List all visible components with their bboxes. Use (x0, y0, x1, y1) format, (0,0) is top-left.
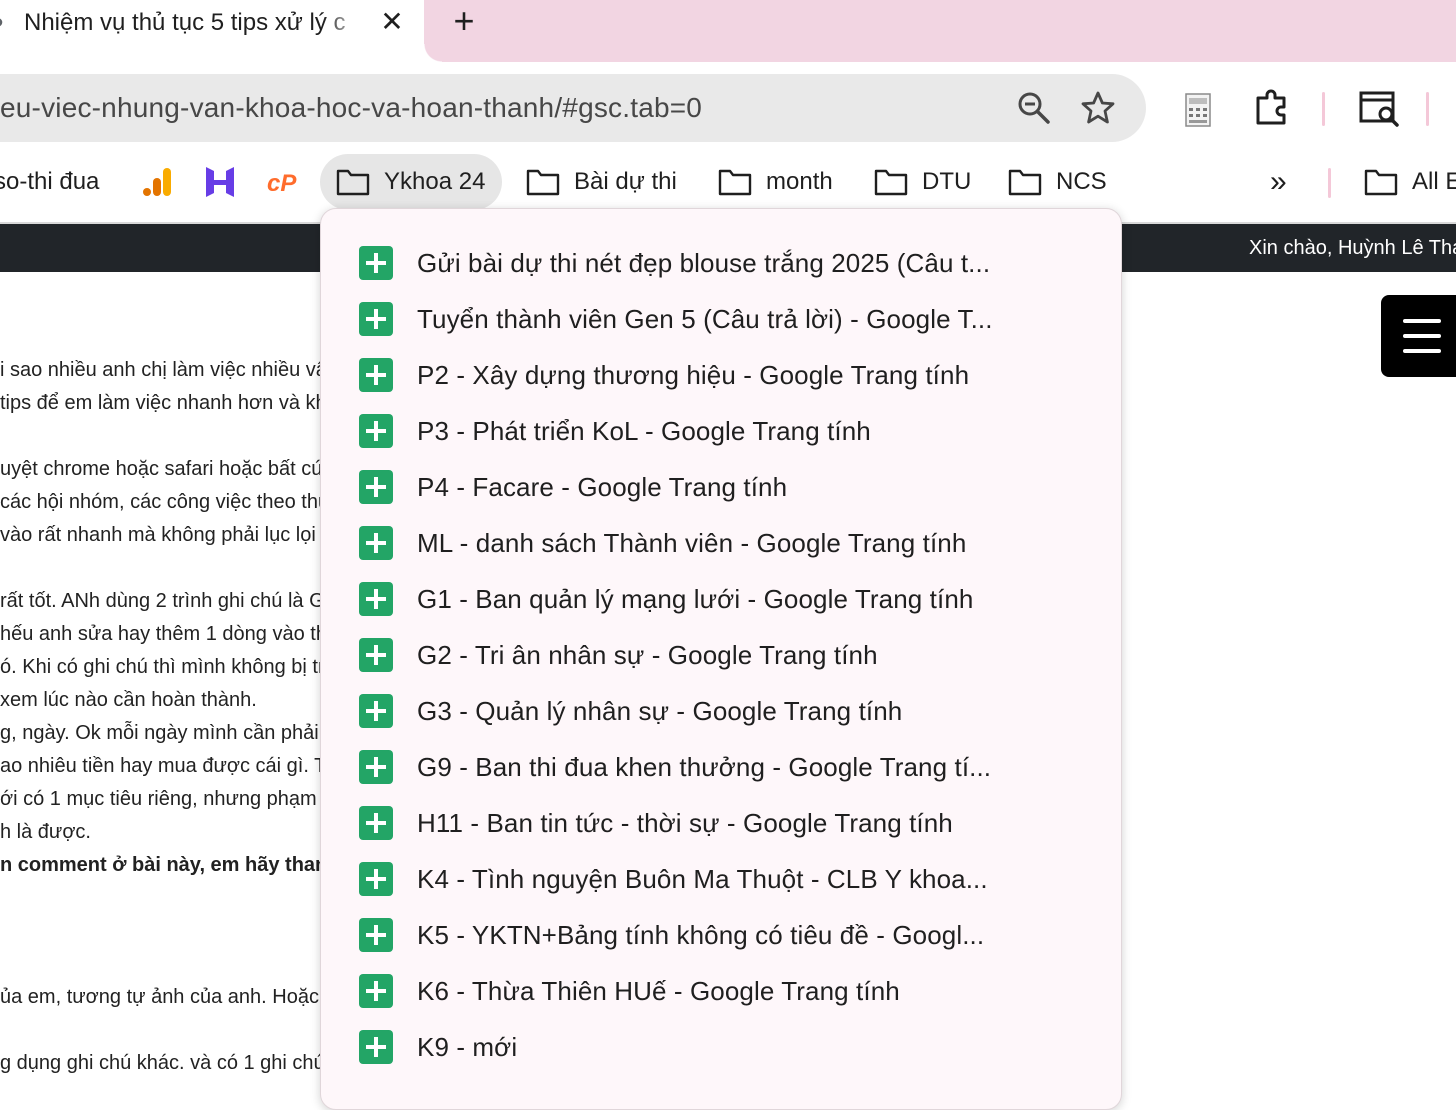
article-line: các hội nhóm, các công việc theo thu (0, 491, 330, 513)
dropdown-item[interactable]: Tuyển thành viên Gen 5 (Câu trả lời) - G… (359, 295, 993, 343)
google-sheets-icon (359, 918, 393, 952)
bookmark-label: month (766, 168, 833, 195)
google-sheets-icon (359, 358, 393, 392)
google-sheets-icon (359, 806, 393, 840)
bookmark-folder-month[interactable]: month (718, 154, 833, 210)
dropdown-item[interactable]: P3 - Phát triển KoL - Google Trang tính (359, 407, 871, 455)
dropdown-item-label: Gửi bài dự thi nét đẹp blouse trắng 2025… (417, 247, 991, 278)
article-body: i sao nhiều anh chị làm việc nhiều vậ ti… (0, 0, 330, 1084)
dropdown-item[interactable]: K4 - Tình nguyện Buôn Ma Thuột - CLB Y k… (359, 855, 988, 903)
google-sheets-icon (359, 862, 393, 896)
bookmark-label: All E (1412, 168, 1456, 195)
toolbar-divider (1322, 92, 1325, 126)
article-line: tips để em làm việc nhanh hơn và kh (0, 392, 327, 414)
dropdown-item-label: P4 - Facare - Google Trang tính (417, 471, 788, 502)
dropdown-item-label: G9 - Ban thi đua khen thưởng - Google Tr… (417, 751, 992, 782)
dropdown-item[interactable]: K9 - mới (359, 1023, 517, 1071)
bookmark-folder-dtu[interactable]: DTU (874, 154, 971, 210)
bookmark-label: Bài dự thi (574, 168, 677, 195)
hamburger-bar (1403, 319, 1441, 323)
article-line: ới có 1 mục tiêu riêng, nhưng phạm vi (0, 788, 330, 810)
bookmark-folder-bai-du-thi[interactable]: Bài dự thi (526, 154, 677, 210)
google-sheets-icon (359, 974, 393, 1008)
dropdown-item[interactable]: Gửi bài dự thi nét đẹp blouse trắng 2025… (359, 239, 990, 287)
bookmark-label: NCS (1056, 168, 1107, 195)
bookmarks-divider (1328, 168, 1331, 198)
article-line: uyệt chrome hoặc safari hoặc bất cứ (0, 458, 325, 480)
dropdown-item-label: ML - danh sách Thành viên - Google Trang… (417, 527, 967, 558)
extension-calculator-icon[interactable] (1180, 90, 1216, 130)
new-tab-button[interactable]: + (446, 3, 482, 40)
dropdown-item[interactable]: K6 - Thừa Thiên HUế - Google Trang tính (359, 967, 900, 1015)
article-line: ao nhiêu tiền hay mua được cái gì. Tù (0, 755, 330, 777)
folder-icon (526, 169, 560, 196)
google-sheets-icon (359, 470, 393, 504)
google-sheets-icon (359, 1030, 393, 1064)
google-sheets-icon (359, 582, 393, 616)
google-sheets-icon (359, 246, 393, 280)
dropdown-item-label: K5 - YKTN+Bảng tính không có tiêu đề - G… (417, 919, 985, 950)
dropdown-item-label: G1 - Ban quản lý mạng lưới - Google Tran… (417, 583, 974, 614)
google-sheets-icon (359, 750, 393, 784)
hamburger-menu-button[interactable] (1381, 295, 1456, 377)
google-sheets-icon (359, 526, 393, 560)
article-line: i sao nhiều anh chị làm việc nhiều vậ (0, 359, 327, 381)
dropdown-item[interactable]: G1 - Ban quản lý mạng lưới - Google Tran… (359, 575, 973, 623)
dropdown-item-label: K9 - mới (417, 1031, 518, 1062)
user-greeting[interactable]: Xin chào, Huỳnh Lê Tha (1249, 234, 1456, 262)
dropdown-item-label: G3 - Quản lý nhân sự - Google Trang tính (417, 695, 903, 726)
article-line: g, ngày. Ok mỗi ngày mình cần phải h (0, 722, 330, 744)
dropdown-item[interactable]: ML - danh sách Thành viên - Google Trang… (359, 519, 966, 567)
dropdown-item-label: K4 - Tình nguyện Buôn Ma Thuột - CLB Y k… (417, 863, 988, 894)
article-line: rất tốt. ANh dùng 2 trình ghi chú là G (0, 590, 325, 612)
dropdown-item-label: P2 - Xây dựng thương hiệu - Google Trang… (417, 359, 970, 390)
bookmark-label: DTU (922, 168, 972, 195)
article-line: hếu anh sửa hay thêm 1 dòng vào thì (0, 623, 330, 645)
folder-icon (1364, 169, 1398, 196)
dropdown-item[interactable]: G2 - Tri ân nhân sự - Google Trang tính (359, 631, 878, 679)
bookmark-star-icon[interactable] (1078, 88, 1118, 128)
hamburger-bar (1403, 334, 1441, 338)
article-line: xem lúc nào cần hoàn thành. (0, 689, 257, 711)
article-line: vào rất nhanh mà không phải lục lọi x (0, 524, 330, 546)
bookmark-folder-ykhoa-24[interactable]: Ykhoa 24 (320, 154, 502, 210)
dropdown-item-label: K6 - Thừa Thiên HUế - Google Trang tính (417, 975, 900, 1006)
dropdown-item[interactable]: G9 - Ban thi đua khen thưởng - Google Tr… (359, 743, 991, 791)
article-line: ó. Khi có ghi chú thì mình không bị tr (0, 656, 325, 678)
dropdown-item[interactable]: P2 - Xây dựng thương hiệu - Google Trang… (359, 351, 969, 399)
folder-icon (1008, 169, 1042, 196)
bookmark-folder-dropdown: Gửi bài dự thi nét đẹp blouse trắng 2025… (320, 208, 1122, 1110)
article-line: n comment ở bài này, em hãy than (0, 854, 328, 876)
article-line: g dụng ghi chú khác. và có 1 ghi chú (0, 1052, 325, 1074)
zoom-icon[interactable] (1014, 88, 1054, 128)
extensions-puzzle-icon[interactable] (1252, 88, 1292, 128)
dropdown-item[interactable]: K5 - YKTN+Bảng tính không có tiêu đề - G… (359, 911, 984, 959)
reading-list-icon[interactable] (1358, 88, 1402, 128)
bookmark-label: Ykhoa 24 (384, 168, 486, 195)
dropdown-item[interactable]: G3 - Quản lý nhân sự - Google Trang tính (359, 687, 902, 735)
all-bookmarks-button[interactable]: All E (1364, 154, 1456, 210)
dropdown-item[interactable]: P4 - Facare - Google Trang tính (359, 463, 787, 511)
hamburger-bar (1403, 349, 1441, 353)
dropdown-item[interactable]: H11 - Ban tin tức - thời sự - Google Tra… (359, 799, 953, 847)
google-sheets-icon (359, 302, 393, 336)
dropdown-item-label: Tuyển thành viên Gen 5 (Câu trả lời) - G… (417, 303, 993, 334)
folder-icon (336, 169, 370, 196)
bookmarks-overflow-chevron-icon[interactable]: » (1270, 154, 1287, 210)
dropdown-item-label: H11 - Ban tin tức - thời sự - Google Tra… (417, 807, 953, 838)
dropdown-item-label: P3 - Phát triển KoL - Google Trang tính (417, 415, 871, 446)
google-sheets-icon (359, 638, 393, 672)
google-sheets-icon (359, 694, 393, 728)
bookmark-folder-ncs[interactable]: NCS (1008, 154, 1107, 210)
folder-icon (874, 169, 908, 196)
google-sheets-icon (359, 414, 393, 448)
toolbar-divider (1426, 92, 1429, 126)
folder-icon (718, 169, 752, 196)
article-line: ủa em, tương tự ảnh của anh. Hoặc e (0, 986, 330, 1008)
tab-close-button[interactable]: ✕ (378, 6, 406, 38)
article-line: h là được. (0, 821, 91, 843)
dropdown-item-label: G2 - Tri ân nhân sự - Google Trang tính (417, 639, 878, 670)
